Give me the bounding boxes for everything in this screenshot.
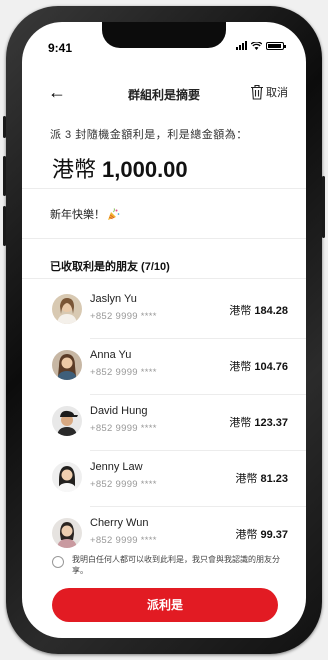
list-item[interactable]: David Hung +852 9999 **** 港幣 123.37 <box>22 394 306 450</box>
avatar <box>52 406 82 436</box>
total-currency: 港幣 <box>52 157 97 182</box>
phone-frame: 9:41 ← 群組利是摘要 取消 派 3 封隨機金額利是，利是總金額為： 港幣 … <box>3 6 325 654</box>
wifi-icon <box>251 41 262 50</box>
list-item[interactable]: Jenny Law +852 9999 **** 港幣 81.23 <box>22 450 306 506</box>
avatar <box>52 518 82 548</box>
friend-currency: 港幣 <box>229 305 252 317</box>
friend-name: Jaslyn Yu <box>90 293 137 305</box>
list-item[interactable]: Anna Yu +852 9999 **** 港幣 104.76 <box>22 338 306 394</box>
signal-icon <box>236 41 247 50</box>
cancel-button[interactable]: 取消 <box>250 84 288 100</box>
status-icons <box>236 41 286 50</box>
greeting-message: 新年快樂！ <box>50 206 120 222</box>
friend-name: David Hung <box>90 405 148 417</box>
party-popper-icon <box>108 207 120 220</box>
friend-phone: +852 9999 **** <box>90 311 157 322</box>
divider <box>22 238 306 239</box>
friend-name: Anna Yu <box>90 349 132 361</box>
friend-amount: 港幣 99.37 <box>235 526 288 542</box>
friend-phone: +852 9999 **** <box>90 367 157 378</box>
header: ← 群組利是摘要 取消 <box>22 82 306 106</box>
volume-up-button <box>3 156 6 196</box>
avatar <box>52 294 82 324</box>
list-item[interactable]: Jaslyn Yu +852 9999 **** 港幣 184.28 <box>22 282 306 338</box>
friend-amount-value: 123.37 <box>254 417 288 429</box>
notch <box>102 22 226 48</box>
consent-checkbox[interactable] <box>52 556 64 568</box>
status-time: 9:41 <box>48 41 73 55</box>
friend-amount: 港幣 123.37 <box>229 414 288 430</box>
friend-amount: 港幣 104.76 <box>229 358 288 374</box>
friends-section-title: 已收取利是的朋友 (7/10) <box>50 261 170 273</box>
friend-phone: +852 9999 **** <box>90 423 157 434</box>
friend-amount: 港幣 184.28 <box>229 302 288 318</box>
power-button <box>322 176 325 238</box>
greeting-text: 新年快樂！ <box>50 209 105 221</box>
divider <box>22 278 306 279</box>
friend-amount-value: 99.37 <box>260 529 288 541</box>
friend-currency: 港幣 <box>235 529 258 541</box>
divider <box>22 188 306 189</box>
trash-icon <box>251 84 263 100</box>
volume-down-button <box>3 206 6 246</box>
mute-switch <box>3 116 6 138</box>
avatar <box>52 350 82 380</box>
friend-amount: 港幣 81.23 <box>235 470 288 486</box>
friend-phone: +852 9999 **** <box>90 479 157 490</box>
summary-description: 派 3 封隨機金額利是，利是總金額為： <box>50 129 248 141</box>
cancel-label: 取消 <box>266 87 288 99</box>
friend-currency: 港幣 <box>229 417 252 429</box>
avatar <box>52 462 82 492</box>
friend-currency: 港幣 <box>235 473 258 485</box>
send-lai-see-button[interactable]: 派利是 <box>52 588 278 622</box>
friend-name: Jenny Law <box>90 461 143 473</box>
friend-name: Cherry Wun <box>90 517 149 529</box>
friend-amount-value: 81.23 <box>260 473 288 485</box>
battery-icon <box>266 41 286 50</box>
total-value: 1,000.00 <box>102 157 188 182</box>
friend-currency: 港幣 <box>229 361 252 373</box>
total-amount: 港幣 1,000.00 <box>52 152 188 184</box>
friend-phone: +852 9999 **** <box>90 535 157 546</box>
screen: 9:41 ← 群組利是摘要 取消 派 3 封隨機金額利是，利是總金額為： 港幣 … <box>22 22 306 638</box>
consent-text: 我明白任何人都可以收到此利是，我只會與我認識的朋友分享。 <box>72 555 280 575</box>
consent-row: 我明白任何人都可以收到此利是，我只會與我認識的朋友分享。 <box>52 554 286 580</box>
friend-amount-value: 104.76 <box>254 361 288 373</box>
friend-amount-value: 184.28 <box>254 305 288 317</box>
